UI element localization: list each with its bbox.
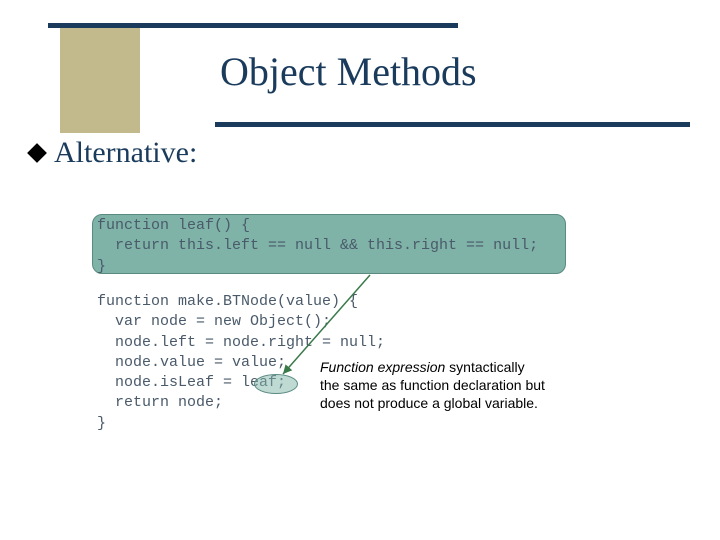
bottom-divider [215,122,690,127]
annotation-emphasis: Function expression [320,359,445,375]
top-divider [48,23,458,28]
diamond-bullet-icon [27,143,47,163]
bullet-row: Alternative: [30,136,197,170]
decorative-block [60,28,140,133]
code-block-top: function leaf() { return this.left == nu… [97,216,538,277]
leaf-highlight-ellipse [254,374,298,394]
page-title: Object Methods [220,48,477,95]
annotation-text: Function expression syntactically the sa… [320,358,545,413]
bullet-label: Alternative: [54,136,197,170]
